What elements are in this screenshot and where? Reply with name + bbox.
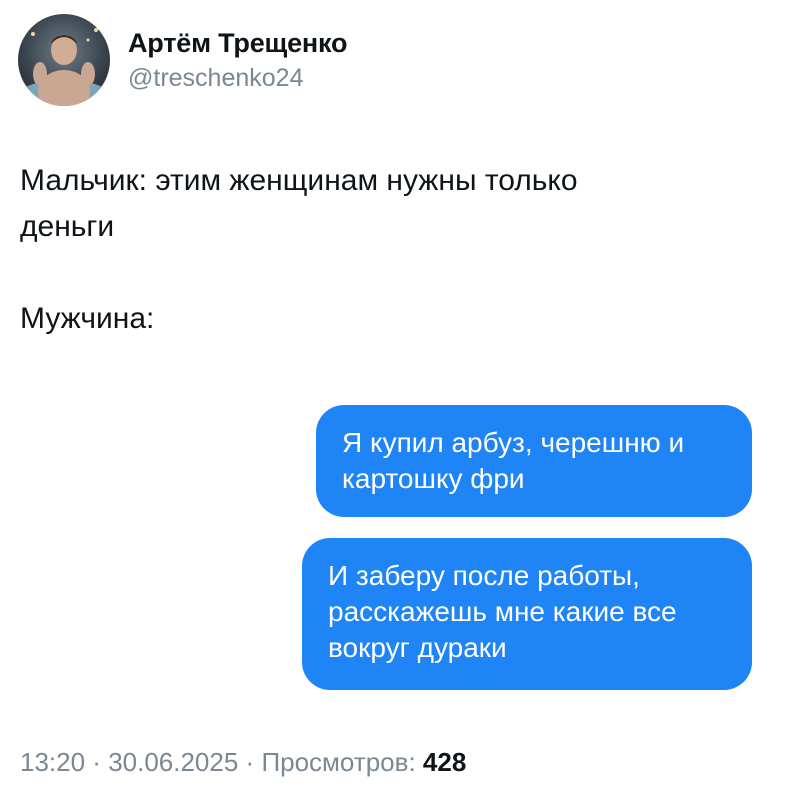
separator: · bbox=[85, 747, 109, 777]
message-line: Я купил арбуз, черешню и bbox=[342, 427, 685, 458]
views-count: 428 bbox=[422, 747, 467, 777]
avatar-photo-icon bbox=[18, 14, 110, 106]
tweet-text-line: деньги bbox=[20, 210, 115, 243]
message-line: картошку фри bbox=[342, 463, 525, 494]
separator: · bbox=[238, 747, 262, 777]
message-line: вокруг дураки bbox=[328, 632, 507, 663]
avatar[interactable] bbox=[18, 14, 110, 106]
author-names: Артём Трещенко @treschenko24 bbox=[128, 26, 347, 94]
tweet-text-line: Мужчина: bbox=[20, 302, 155, 335]
tweet-text-line: Мальчик: этим женщинам нужны только bbox=[20, 164, 578, 197]
message-bubble: И заберу после работы, расскажешь мне ка… bbox=[302, 538, 752, 690]
tweet-text: Мальчик: этим женщинам нужны только день… bbox=[20, 158, 760, 342]
message-line: расскажешь мне какие все bbox=[328, 596, 677, 627]
tweet-date[interactable]: 30.06.2025 bbox=[108, 747, 238, 777]
author-display-name[interactable]: Артём Трещенко bbox=[128, 26, 347, 60]
tweet-header: Артём Трещенко @treschenko24 bbox=[18, 12, 347, 108]
tweet-time[interactable]: 13:20 bbox=[20, 747, 85, 777]
author-handle[interactable]: @treschenko24 bbox=[128, 62, 347, 94]
message-bubble: Я купил арбуз, черешню и картошку фри bbox=[316, 405, 752, 517]
message-line: И заберу после работы, bbox=[328, 560, 640, 591]
tweet-footer: 13:20 · 30.06.2025 · Просмотров: 428 bbox=[20, 745, 466, 779]
views-label: Просмотров: bbox=[261, 747, 423, 777]
